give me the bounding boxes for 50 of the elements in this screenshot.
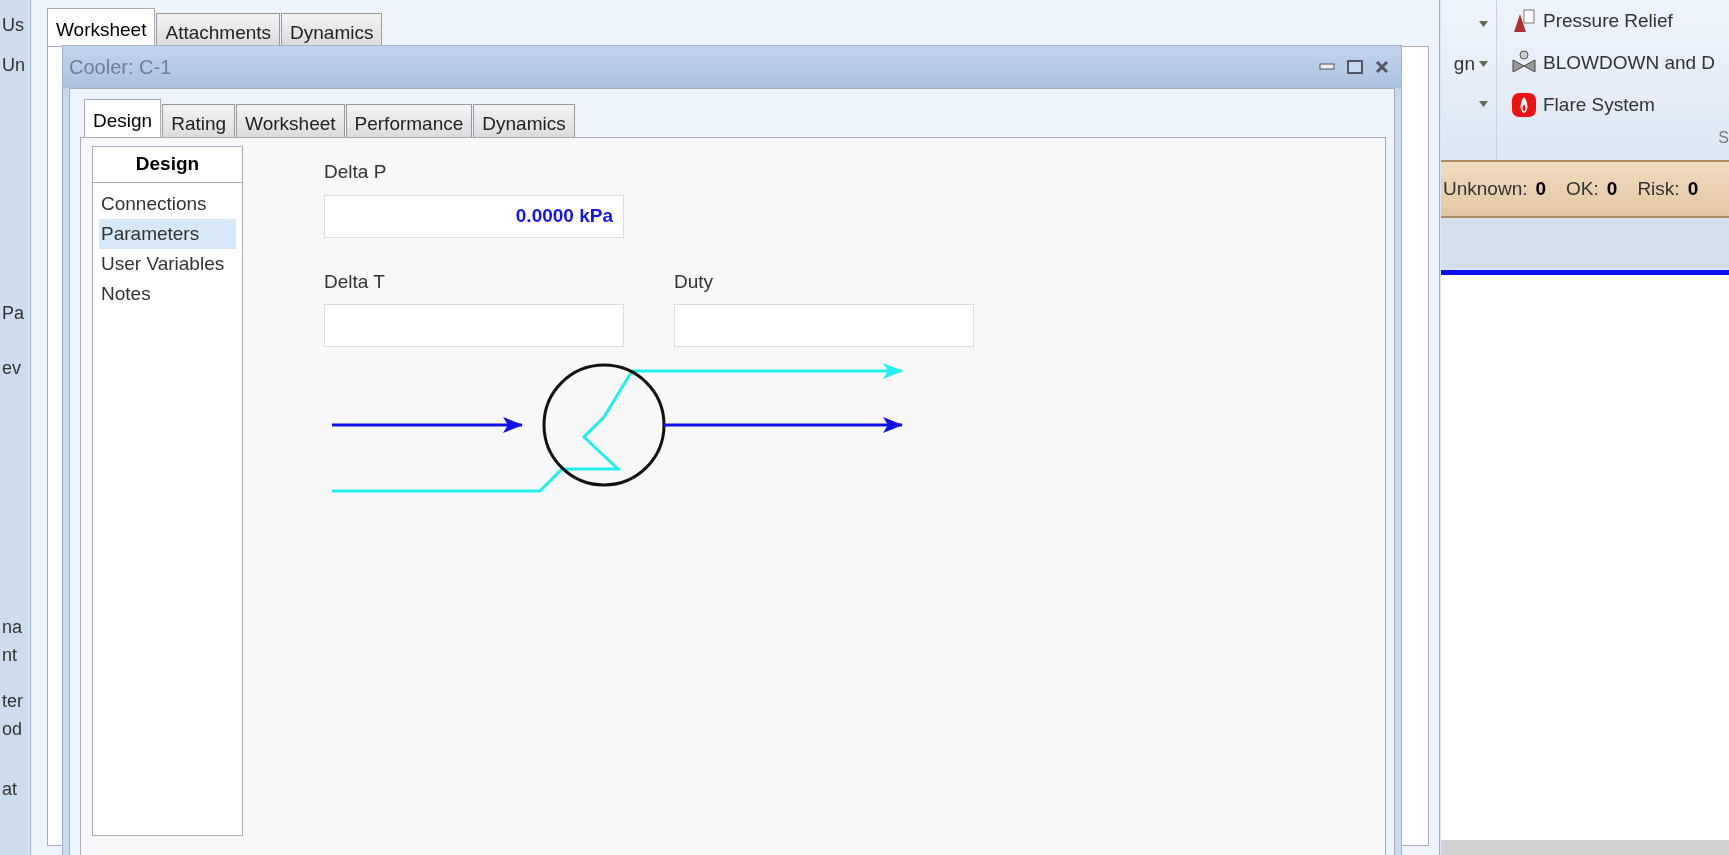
window-title: Cooler: C-1 bbox=[69, 55, 172, 80]
clipped-label: ter bbox=[2, 690, 23, 713]
status-count: 0 bbox=[1535, 176, 1547, 201]
clipped-label: at bbox=[2, 778, 17, 801]
ribbon-button[interactable]: Pressure Relief bbox=[1511, 6, 1729, 36]
flame-icon bbox=[1511, 92, 1537, 118]
clipped-label: na bbox=[2, 616, 23, 639]
clipped-label: od bbox=[2, 718, 23, 741]
ribbon-label[interactable]: gn bbox=[1453, 49, 1475, 79]
caret-icon[interactable] bbox=[1479, 101, 1488, 107]
status-label: OK: bbox=[1566, 176, 1599, 201]
field-label: Delta T bbox=[324, 269, 386, 294]
input-field[interactable] bbox=[324, 304, 624, 347]
status-label: Unknown: bbox=[1443, 176, 1528, 201]
group-label: S bbox=[1718, 128, 1729, 148]
clipped-label: Un bbox=[2, 54, 25, 77]
ribbon-button[interactable]: Flare System bbox=[1511, 90, 1729, 120]
field-label: Duty bbox=[674, 269, 715, 294]
tab[interactable]: Worksheet bbox=[236, 104, 345, 137]
ribbon-button[interactable]: BLOWDOWN and D bbox=[1511, 48, 1729, 78]
minimize-icon[interactable] bbox=[1319, 63, 1335, 71]
clipped-label: nt bbox=[2, 644, 17, 667]
scrollbar[interactable] bbox=[1441, 840, 1729, 855]
tab[interactable]: Worksheet bbox=[47, 8, 156, 46]
tab[interactable]: Performance bbox=[345, 104, 473, 137]
tab[interactable]: Rating bbox=[162, 104, 236, 137]
input-field[interactable]: 0.0000 kPa bbox=[324, 194, 624, 238]
sidebar-item[interactable]: User Variables bbox=[99, 249, 236, 279]
clipped-label: ev bbox=[2, 357, 21, 380]
status-label: Risk: bbox=[1637, 176, 1680, 201]
sidebar-header: Design bbox=[93, 147, 242, 183]
field-label: Delta P bbox=[324, 160, 388, 184]
status-count: 0 bbox=[1606, 176, 1618, 201]
sidebar-item[interactable]: Notes bbox=[99, 279, 236, 309]
caret-icon[interactable] bbox=[1479, 61, 1488, 67]
valve-icon bbox=[1511, 50, 1537, 76]
tab[interactable]: Dynamics bbox=[281, 13, 383, 46]
maximize-icon[interactable] bbox=[1347, 60, 1363, 74]
sidebar-item[interactable]: Connections bbox=[99, 189, 236, 219]
close-icon[interactable] bbox=[1375, 60, 1389, 74]
tab[interactable]: Attachments bbox=[156, 13, 281, 46]
valve-document-icon bbox=[1511, 8, 1537, 34]
clipped-label: Us bbox=[2, 14, 24, 37]
clipped-label: Pa bbox=[2, 302, 25, 325]
sidebar-item[interactable]: Parameters bbox=[99, 219, 236, 249]
input-field[interactable] bbox=[674, 304, 974, 347]
tab[interactable]: Design bbox=[84, 99, 162, 137]
status-count: 0 bbox=[1687, 176, 1699, 201]
tab[interactable]: Dynamics bbox=[473, 104, 575, 137]
caret-icon[interactable] bbox=[1479, 21, 1488, 27]
